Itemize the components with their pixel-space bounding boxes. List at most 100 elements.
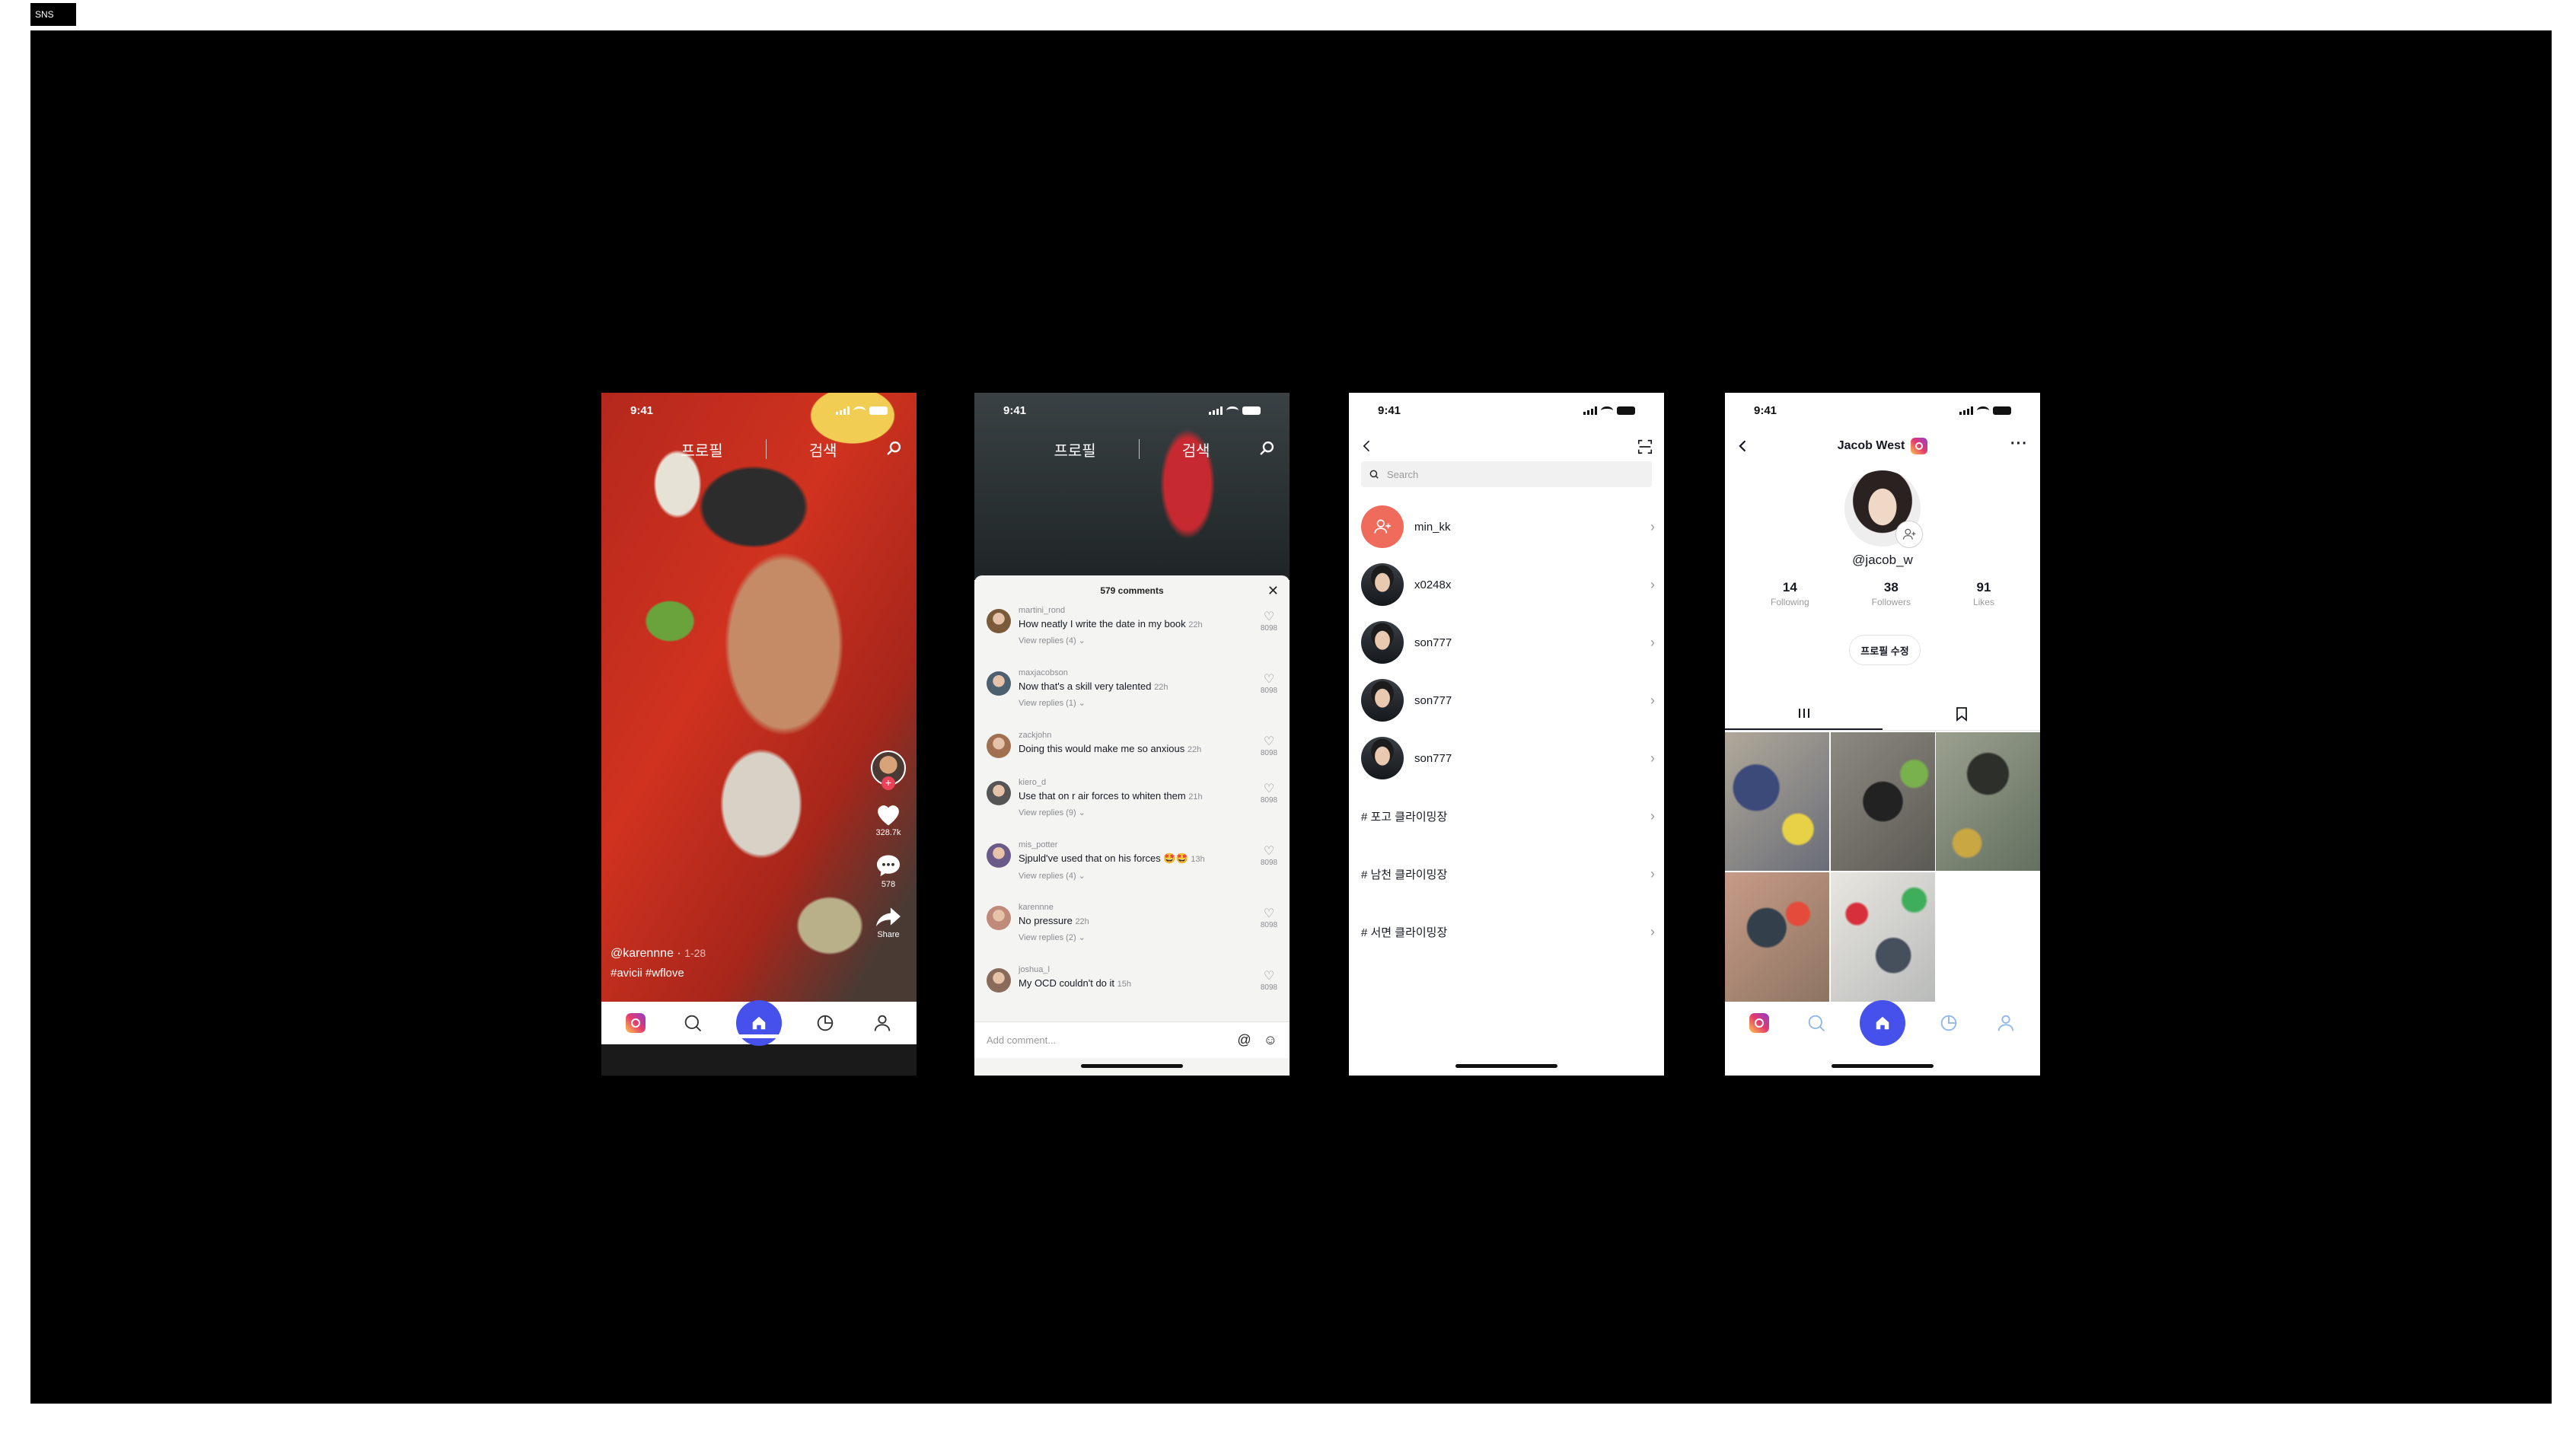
comment-username[interactable]: maxjacobson	[1019, 668, 1258, 677]
instagram-tab[interactable]	[623, 1010, 649, 1036]
post-thumbnail[interactable]	[1830, 872, 1935, 1011]
home-tab[interactable]	[735, 1000, 782, 1046]
user-result[interactable]: son777 ›	[1361, 614, 1655, 671]
stat-likes[interactable]: 91 Likes	[1973, 580, 1994, 609]
comment-icon[interactable]	[875, 853, 902, 878]
comment-like[interactable]: ♡ 8098	[1258, 734, 1280, 778]
comment-item: mis_potter Sjpuld've used that on his for…	[974, 840, 1290, 903]
heart-outline-icon[interactable]: ♡	[1258, 781, 1280, 796]
comment-like[interactable]: ♡ 8098	[1258, 609, 1280, 668]
commenter-avatar[interactable]	[987, 609, 1011, 633]
comment-like[interactable]: ♡ 8098	[1258, 906, 1280, 965]
stat-following[interactable]: 14 Following	[1771, 580, 1809, 609]
hashtag-result[interactable]: # 남천 클라이밍장 ›	[1361, 845, 1655, 903]
search-tab[interactable]	[680, 1010, 706, 1036]
commenter-avatar[interactable]	[987, 781, 1011, 805]
stat-followers[interactable]: 38 Followers	[1872, 580, 1911, 609]
chevron-right-icon: ›	[1650, 923, 1655, 939]
view-replies-link[interactable]: View replies (1) ⌄	[1019, 698, 1258, 708]
emoji-icon[interactable]: ☺	[1264, 1032, 1277, 1048]
comment-item: karennne No pressure 22h View replies (2) …	[974, 903, 1290, 965]
heart-outline-icon[interactable]: ♡	[1258, 671, 1280, 687]
video-hashtags[interactable]: #avicii #wflove	[611, 967, 706, 980]
post-thumbnail[interactable]	[1936, 732, 2040, 871]
search-input[interactable]: Search	[1361, 461, 1652, 487]
comment-like[interactable]: ♡ 8098	[1258, 843, 1280, 903]
tab-posts[interactable]	[1725, 697, 1883, 730]
home-icon	[1876, 1016, 1889, 1030]
comment-username[interactable]: karennne	[1019, 903, 1258, 912]
commenter-avatar[interactable]	[987, 734, 1011, 758]
activity-tab[interactable]	[1936, 1010, 1962, 1036]
user-result[interactable]: son777 ›	[1361, 729, 1655, 787]
comment-like[interactable]: ♡ 8098	[1258, 671, 1280, 731]
user-result[interactable]: son777 ›	[1361, 671, 1655, 729]
heart-outline-icon[interactable]: ♡	[1258, 609, 1280, 624]
comment-like[interactable]: ♡ 8098	[1258, 781, 1280, 840]
add-comment-bar[interactable]: Add comment... @ ☺	[974, 1021, 1290, 1058]
heart-outline-icon[interactable]: ♡	[1258, 906, 1280, 921]
heart-outline-icon[interactable]: ♡	[1258, 843, 1280, 859]
like-action[interactable]: 328.7k	[874, 801, 903, 837]
comment-username[interactable]: joshua_l	[1019, 965, 1258, 974]
edit-profile-button[interactable]: 프로필 수정	[1849, 635, 1921, 665]
add-friend-button[interactable]	[1895, 521, 1923, 548]
search-icon[interactable]	[1259, 440, 1276, 457]
back-icon[interactable]	[1736, 438, 1751, 454]
heart-outline-icon[interactable]: ♡	[1258, 968, 1280, 983]
search-icon	[1369, 470, 1379, 479]
comment-like[interactable]: ♡ 8098	[1258, 968, 1280, 1012]
view-replies-link[interactable]: View replies (4) ⌄	[1019, 636, 1258, 645]
close-icon[interactable]: ✕	[1267, 583, 1279, 599]
post-thumbnail[interactable]	[1830, 732, 1935, 871]
creator-avatar[interactable]: +	[871, 751, 906, 790]
share-action[interactable]: Share	[875, 904, 902, 939]
tab-saved[interactable]	[1883, 697, 2040, 730]
comment-body: maxjacobson Now that's a skill very talen…	[1019, 668, 1258, 731]
tab-profile[interactable]: 프로필	[681, 438, 722, 461]
post-thumbnail[interactable]	[1725, 732, 1829, 871]
home-tab[interactable]	[1859, 1000, 1905, 1046]
comment-item: joshua_l My OCD couldn't do it 15h ♡ 8098	[974, 965, 1290, 1012]
hashtag-result[interactable]: # 포고 클라이밍장 ›	[1361, 787, 1655, 845]
mention-icon[interactable]: @	[1237, 1032, 1251, 1048]
video-username[interactable]: @karennne	[611, 947, 674, 960]
view-replies-link[interactable]: View replies (4) ⌄	[1019, 871, 1258, 881]
heart-outline-icon[interactable]: ♡	[1258, 734, 1280, 749]
instagram-icon[interactable]	[1911, 438, 1928, 454]
post-thumbnail[interactable]	[1725, 872, 1829, 1011]
tab-search[interactable]: 검색	[809, 438, 837, 461]
home-indicator	[1081, 1064, 1183, 1068]
follow-plus-icon[interactable]: +	[882, 776, 895, 790]
add-comment-input[interactable]: Add comment...	[987, 1034, 1056, 1046]
comment-username[interactable]: kiero_d	[1019, 778, 1258, 787]
chevron-right-icon: ›	[1650, 865, 1655, 881]
view-replies-link[interactable]: View replies (2) ⌄	[1019, 932, 1258, 942]
search-tab[interactable]	[1803, 1010, 1829, 1036]
tab-profile[interactable]: 프로필	[1054, 438, 1095, 461]
user-result[interactable]: min_kk ›	[1361, 498, 1655, 556]
more-icon[interactable]: ···	[2010, 435, 2028, 453]
comment-username[interactable]: zackjohn	[1019, 731, 1258, 740]
commenter-avatar[interactable]	[987, 843, 1011, 868]
commenter-avatar[interactable]	[987, 968, 1011, 993]
comment-username[interactable]: martini_rond	[1019, 606, 1258, 615]
search-icon[interactable]	[886, 440, 903, 457]
hashtag-result[interactable]: # 서면 클라이밍장 ›	[1361, 903, 1655, 961]
user-result[interactable]: x0248x ›	[1361, 556, 1655, 614]
commenter-avatar[interactable]	[987, 906, 1011, 930]
profile-tab[interactable]	[869, 1010, 895, 1036]
instagram-tab[interactable]	[1746, 1010, 1772, 1036]
share-icon[interactable]	[875, 904, 902, 929]
commenter-avatar[interactable]	[987, 671, 1011, 696]
comment-action[interactable]: 578	[875, 853, 902, 889]
profile-tab[interactable]	[1993, 1010, 2019, 1036]
grid-icon	[1798, 708, 1809, 718]
scan-icon[interactable]	[1637, 438, 1653, 455]
comment-username[interactable]: mis_potter	[1019, 840, 1258, 849]
activity-tab[interactable]	[812, 1010, 838, 1036]
heart-icon[interactable]	[874, 801, 903, 827]
tab-search[interactable]: 검색	[1182, 438, 1210, 461]
view-replies-link[interactable]: View replies (9) ⌄	[1019, 808, 1258, 817]
back-icon[interactable]	[1360, 438, 1375, 454]
